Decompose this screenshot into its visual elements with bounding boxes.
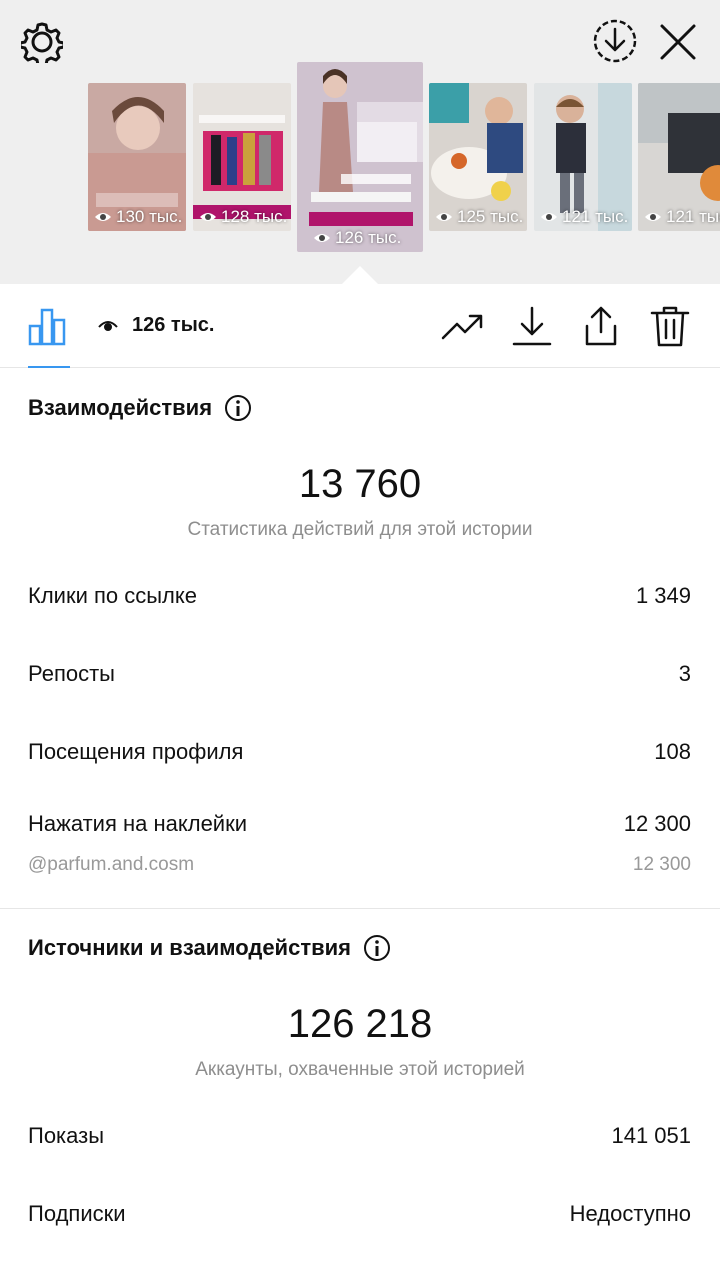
- share-icon[interactable]: [579, 304, 623, 348]
- story-photo: [297, 62, 423, 252]
- trending-icon[interactable]: [440, 304, 484, 348]
- info-icon[interactable]: [363, 934, 391, 962]
- stat-label: Клики по ссылке: [28, 583, 197, 608]
- story-thumbnail[interactable]: 125 тыс.: [429, 83, 527, 231]
- eye-icon: [95, 213, 111, 221]
- stat-value: 1 349: [635, 583, 691, 608]
- eye-icon: [314, 234, 330, 242]
- story-thumbnails: 130 тыс. 128 тыс. 126 тыс. 125 тыс. 121 …: [0, 62, 720, 262]
- views-count: 126 тыс.: [132, 314, 215, 336]
- stat-value: 141 051: [611, 1123, 691, 1148]
- views-summary: 126 тыс.: [98, 314, 214, 337]
- view-count: 128 тыс.: [199, 207, 287, 227]
- view-count: 121 тыс.: [540, 207, 628, 227]
- eye-icon: [98, 320, 118, 331]
- story-thumbnail-active[interactable]: 126 тыс.: [297, 62, 423, 252]
- stat-label: Репосты: [28, 661, 115, 686]
- stat-row-profile-visits: Посещения профиля 108: [28, 739, 691, 765]
- interactions-total: 13 760: [298, 462, 422, 506]
- bar-chart-icon[interactable]: [28, 306, 68, 346]
- close-icon[interactable]: [654, 18, 702, 66]
- view-count: 121 тыс.: [644, 207, 720, 227]
- stat-value: Недоступно: [569, 1201, 691, 1226]
- interactions-subtitle: Статистика действий для этой истории: [187, 519, 533, 540]
- sources-header: Источники и взаимодействия: [28, 934, 391, 962]
- trash-icon[interactable]: [648, 304, 692, 348]
- sources-subtitle: Аккаунты, охваченные этой историей: [195, 1059, 525, 1080]
- eye-icon: [541, 213, 557, 221]
- stat-label: Нажатия на наклейки: [28, 811, 248, 836]
- stat-row-link-clicks: Клики по ссылке 1 349: [28, 583, 691, 609]
- stat-label: Подписки: [28, 1201, 126, 1226]
- info-icon[interactable]: [224, 394, 252, 422]
- stat-label: Посещения профиля: [28, 739, 244, 764]
- download-icon[interactable]: [510, 304, 554, 348]
- download-circle-icon[interactable]: [590, 16, 640, 66]
- stat-value: 3: [678, 661, 691, 686]
- stat-label: Показы: [28, 1123, 105, 1148]
- stat-row-follows: Подписки Недоступно: [28, 1201, 691, 1227]
- insights-toolbar: 126 тыс.: [0, 284, 720, 368]
- view-count: 130 тыс.: [94, 207, 182, 227]
- sticker-value: 12 300: [632, 854, 691, 875]
- interactions-title: Взаимодействия: [28, 395, 213, 420]
- sources-total: 126 218: [287, 1002, 433, 1046]
- section-divider: [0, 908, 720, 909]
- eye-icon: [645, 213, 661, 221]
- sources-title: Источники и взаимодействия: [28, 935, 351, 960]
- sticker-label: @parfum.and.cosm: [28, 854, 195, 875]
- active-tab-underline: [28, 366, 70, 368]
- stat-row-reposts: Репосты 3: [28, 661, 691, 687]
- story-thumbnail[interactable]: 128 тыс.: [193, 83, 291, 231]
- eye-icon: [200, 213, 216, 221]
- gear-icon[interactable]: [18, 18, 66, 66]
- stat-row-sticker-mention[interactable]: @parfum.and.cosm 12 300: [28, 854, 691, 876]
- stories-strip: 130 тыс. 128 тыс. 126 тыс. 125 тыс. 121 …: [0, 0, 720, 284]
- view-count: 125 тыс.: [435, 207, 523, 227]
- view-count: 126 тыс.: [313, 228, 401, 248]
- active-story-pointer: [342, 266, 378, 284]
- story-thumbnail[interactable]: 121 тыс.: [534, 83, 632, 231]
- stat-value: 12 300: [623, 811, 691, 836]
- stat-row-impressions: Показы 141 051: [28, 1123, 691, 1149]
- story-thumbnail[interactable]: 121 тыс.: [638, 83, 720, 231]
- eye-icon: [436, 213, 452, 221]
- stat-value: 108: [654, 739, 691, 764]
- interactions-header: Взаимодействия: [28, 394, 252, 422]
- story-thumbnail[interactable]: 130 тыс.: [88, 83, 186, 231]
- stat-row-sticker-taps: Нажатия на наклейки 12 300: [28, 811, 691, 837]
